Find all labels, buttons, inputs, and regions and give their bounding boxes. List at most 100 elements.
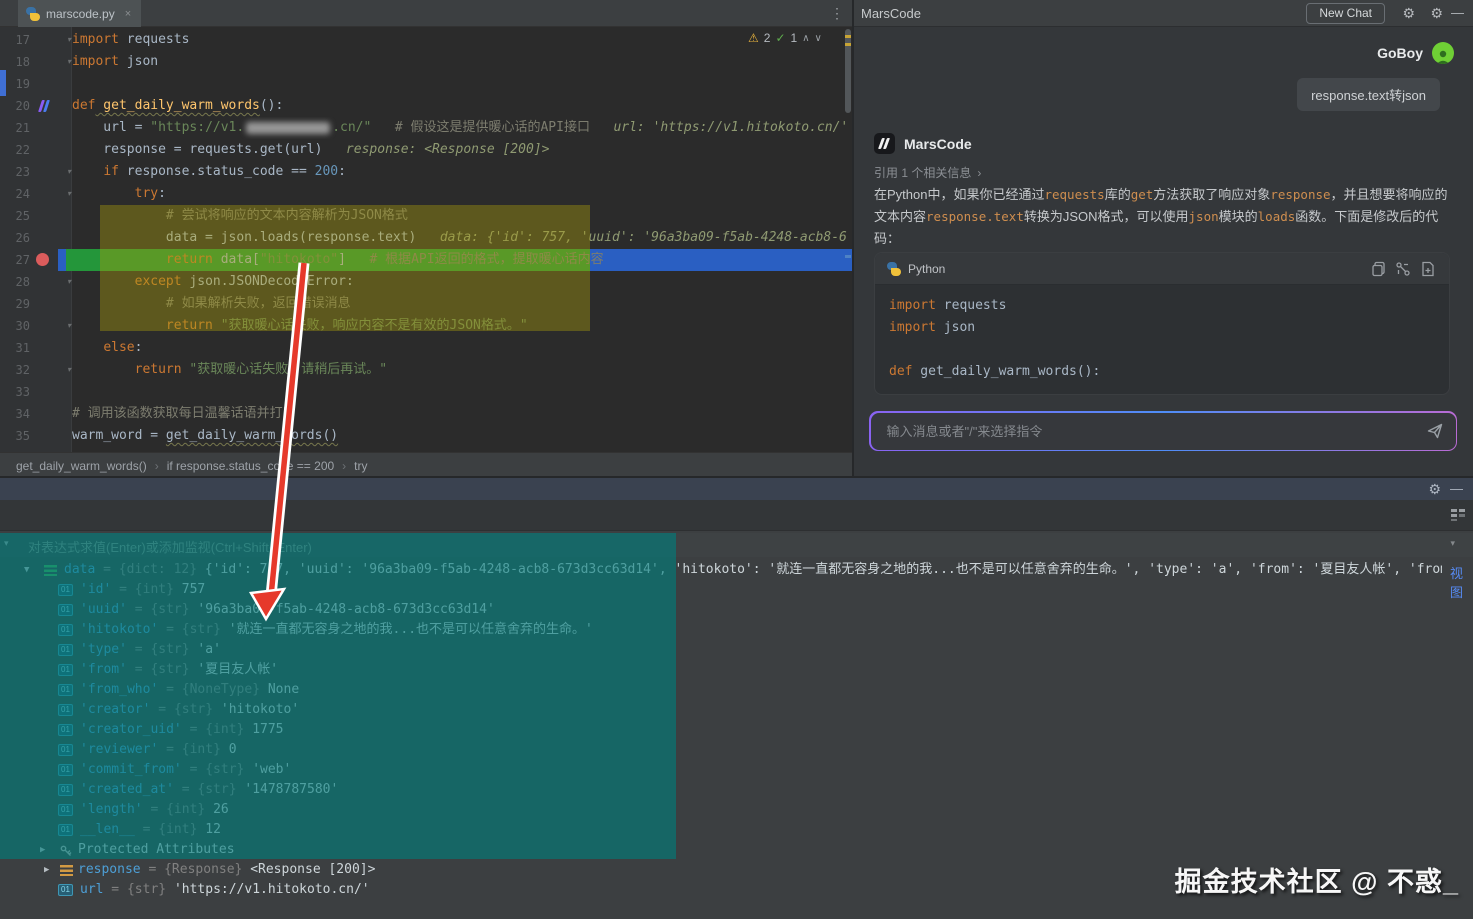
line-number[interactable]: 31 [0,337,30,359]
code-area[interactable]: 17▾import requests18▾import json1920def … [0,29,852,447]
line-number[interactable]: 33 [0,381,30,403]
panel-gear-icon[interactable]: ⚙ [1430,4,1443,22]
user-avatar[interactable] [1432,42,1454,64]
gutter-cell[interactable] [30,139,72,161]
gutter-cell[interactable] [30,117,72,139]
fold-icon[interactable]: ▾ [67,183,71,205]
code-line[interactable]: 21 url = "https://v1..cn/" # 假设这是提供暖心话的A… [0,117,852,139]
tree-expanded-icon[interactable]: ▼ [24,560,29,580]
tree-collapsed-icon[interactable]: ▶ [40,840,45,860]
line-number[interactable]: 34 [0,403,30,425]
code-line[interactable]: 33 [0,381,852,403]
line-number[interactable]: 23 [0,161,30,183]
line-number[interactable]: 35 [0,425,30,447]
gutter-cell[interactable]: ▾ [30,161,72,183]
prev-issue-icon[interactable]: ∧ [802,33,809,44]
variable-row[interactable]: 01'creator' = {str} 'hitokoto' [0,700,1473,720]
gutter-cell[interactable] [30,249,72,271]
gutter-cell[interactable] [30,425,72,447]
editor-scrollbar[interactable] [844,27,852,452]
code-line[interactable]: 29 # 如果解析失败，返回错误消息 [0,293,852,315]
line-number[interactable]: 22 [0,139,30,161]
code-line[interactable]: 26 data = json.loads(response.text) data… [0,227,852,249]
variable-row[interactable]: 01'hitokoto' = {str} '就连一直都无容身之地的我...也不是… [0,620,1473,640]
code-line[interactable]: 22 response = requests.get(url) response… [0,139,852,161]
settings-gear-icon[interactable]: ⚙ [1402,4,1415,22]
code-line[interactable]: 28▾ except json.JSONDecodeError: [0,271,852,293]
breadcrumb-item[interactable]: try [354,459,367,473]
gutter-cell[interactable]: ▾ [30,51,72,73]
code-line[interactable]: 30▾ return "获取暖心话失败，响应内容不是有效的JSON格式。" [0,315,852,337]
gutter-cell[interactable] [30,95,72,117]
code-line[interactable]: 18▾import json [0,51,852,73]
gutter-cell[interactable]: ▾ [30,359,72,381]
gutter-cell[interactable] [30,293,72,315]
code-line[interactable]: 31 else: [0,337,852,359]
insert-code-icon[interactable] [1395,261,1411,277]
variable-row[interactable]: 01__len__ = {int} 12 [0,820,1473,840]
variable-row[interactable]: 01'type' = {str} 'a' [0,640,1473,660]
line-number[interactable]: 25 [0,205,30,227]
code-line[interactable]: 20def get_daily_warm_words(): [0,95,852,117]
breakpoint-icon[interactable] [36,253,49,266]
variable-row[interactable]: 01'reviewer' = {int} 0 [0,740,1473,760]
fold-icon[interactable]: ▾ [67,271,71,293]
new-file-icon[interactable] [1420,261,1436,277]
line-number[interactable]: 27 [0,249,30,271]
variable-row[interactable]: 01'from' = {str} '夏目友人帐' [0,660,1473,680]
debug-gear-icon[interactable]: ⚙ [1428,480,1441,498]
gutter-cell[interactable] [30,73,72,95]
line-number[interactable]: 32 [0,359,30,381]
code-line[interactable]: 27 return data["hitokoto"] # 根据API返回的格式，… [0,249,852,271]
gutter-cell[interactable] [30,337,72,359]
fold-icon[interactable]: ▾ [67,161,71,183]
code-line[interactable]: 25 # 尝试将响应的文本内容解析为JSON格式 [0,205,852,227]
code-line[interactable]: 32▾ return "获取暖心话失败，请稍后再试。" [0,359,852,381]
protected-attributes-row[interactable]: ▶Protected Attributes [0,840,1473,860]
tree-collapsed-icon[interactable]: ▶ [44,860,49,880]
code-line[interactable]: 35warm_word = get_daily_warm_words() [0,425,852,447]
view-link[interactable]: 视图 [1442,563,1473,601]
fold-icon[interactable]: ▾ [67,29,71,51]
line-number[interactable]: 24 [0,183,30,205]
line-number[interactable]: 30 [0,315,30,337]
send-icon[interactable] [1426,422,1444,440]
gutter-cell[interactable] [30,403,72,425]
variable-row[interactable]: 01'uuid' = {str} '96a3ba09-f5ab-4248-acb… [0,600,1473,620]
code-line[interactable]: 34# 调用该函数获取每日温馨话语并打印 [0,403,852,425]
variable-row[interactable]: 01'created_at' = {str} '1478787580' [0,780,1473,800]
gutter-cell[interactable] [30,205,72,227]
fold-icon[interactable]: ▾ [67,51,71,73]
minimize-icon[interactable]: — [1451,4,1464,22]
new-chat-button[interactable]: New Chat [1306,3,1385,24]
code-line[interactable]: 23▾ if response.status_code == 200: [0,161,852,183]
variable-row[interactable]: 01'id' = {int} 757 [0,580,1473,600]
variable-row[interactable]: 01'creator_uid' = {int} 1775 [0,720,1473,740]
copy-icon[interactable] [1371,261,1387,277]
breadcrumb-item[interactable]: if response.status_code == 200 [167,459,334,473]
gutter-cell[interactable] [30,381,72,403]
variable-row[interactable]: 01'from_who' = {NoneType} None [0,680,1473,700]
gutter-cell[interactable]: ▾ [30,29,72,51]
line-number[interactable]: 29 [0,293,30,315]
variable-row[interactable]: ▼data = {dict: 12} {'id': 757, 'uuid': '… [0,560,1473,580]
line-number[interactable]: 28 [0,271,30,293]
gutter-cell[interactable] [30,227,72,249]
inspections-widget[interactable]: ⚠2 ✓1 ∧ ∨ [748,31,822,45]
layout-settings-icon[interactable] [1451,509,1465,521]
variable-row[interactable]: 01'length' = {int} 26 [0,800,1473,820]
marscode-gutter-icon[interactable] [36,100,56,112]
gutter-cell[interactable]: ▾ [30,315,72,337]
variable-row[interactable]: 01'commit_from' = {str} 'web' [0,760,1473,780]
line-number[interactable]: 26 [0,227,30,249]
line-number[interactable]: 17 [0,29,30,51]
close-icon[interactable]: × [125,8,131,20]
reference-link[interactable]: 引用 1 个相关信息 › [874,164,981,181]
line-number[interactable]: 20 [0,95,30,117]
fold-icon[interactable]: ▾ [67,359,71,381]
breadcrumb-item[interactable]: get_daily_warm_words() [16,459,147,473]
debug-minimize-icon[interactable]: — [1450,480,1463,498]
gutter-cell[interactable]: ▾ [30,183,72,205]
kebab-menu-icon[interactable]: ⋮ [830,5,844,22]
tab-marscode-py[interactable]: marscode.py × [18,0,141,27]
